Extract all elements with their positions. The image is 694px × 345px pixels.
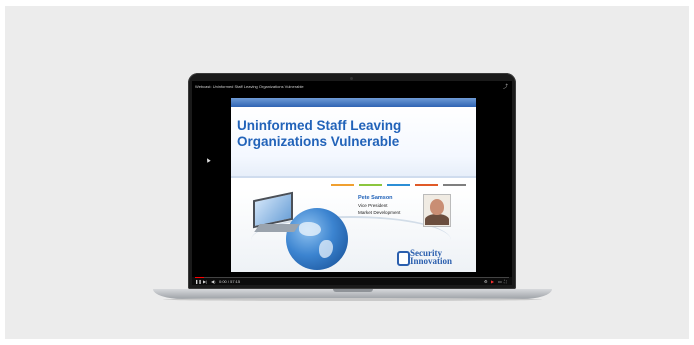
slide-title-line1: Uninformed Staff Leaving [237,118,402,133]
accent-bar [443,184,466,186]
page-background: Webcast: Uninformed Staff Leaving Organi… [5,6,689,339]
video-player[interactable]: Webcast: Uninformed Staff Leaving Organi… [192,81,512,285]
accent-bars [331,184,471,186]
title-divider [231,176,476,178]
laptop-shadow [163,298,542,301]
speaker-role: Vice President Market Development [358,203,400,216]
speaker-name: Pete Samson [358,195,393,201]
headshot-face [430,199,444,215]
camera-icon [350,77,353,80]
settings-icon[interactable]: ⚙ [484,279,488,284]
speaker-role-line2: Market Development [358,209,401,215]
pause-icon[interactable]: ❚❚ [195,279,202,284]
laptop-lid: Webcast: Uninformed Staff Leaving Organi… [188,73,516,289]
accent-bar [415,184,438,186]
next-icon[interactable]: ▶| [203,279,207,284]
theater-icon[interactable]: ▭ [498,279,502,284]
globe-icon [286,208,348,270]
laptop-notch [333,289,373,292]
accent-bar [359,184,382,186]
headshot-shoulders [425,214,449,225]
globe-land [299,222,321,236]
time-display: 0:00 / 57:15 [219,279,241,284]
cursor-icon [205,157,211,163]
logo-text-innovation: Innovation [410,256,453,266]
accent-bar [331,184,354,186]
player-controls: ❚❚ ▶| ◀) 0:00 / 57:15 ⚙ ▶ ▭ ⛶ [192,277,512,285]
volume-icon[interactable]: ◀) [211,279,215,284]
fullscreen-icon[interactable]: ⛶ [504,279,507,284]
share-icon[interactable]: ⤴ [503,83,508,90]
progress-fill [195,277,205,278]
youtube-icon[interactable]: ▶ [491,279,494,284]
progress-bar[interactable] [195,277,509,278]
security-innovation-logo: Security Innovation [397,248,475,268]
video-title[interactable]: Webcast: Uninformed Staff Leaving Organi… [195,84,304,89]
accent-bar [387,184,410,186]
slide-title: Uninformed Staff Leaving Organizations V… [237,118,437,150]
laptop-illustration-base [254,224,300,232]
slide-header-bar [231,98,476,107]
lock-icon [397,251,410,266]
slide-title-line2: Organizations Vulnerable [237,134,400,149]
presentation-slide: Uninformed Staff Leaving Organizations V… [231,98,476,272]
speaker-headshot [423,194,451,227]
